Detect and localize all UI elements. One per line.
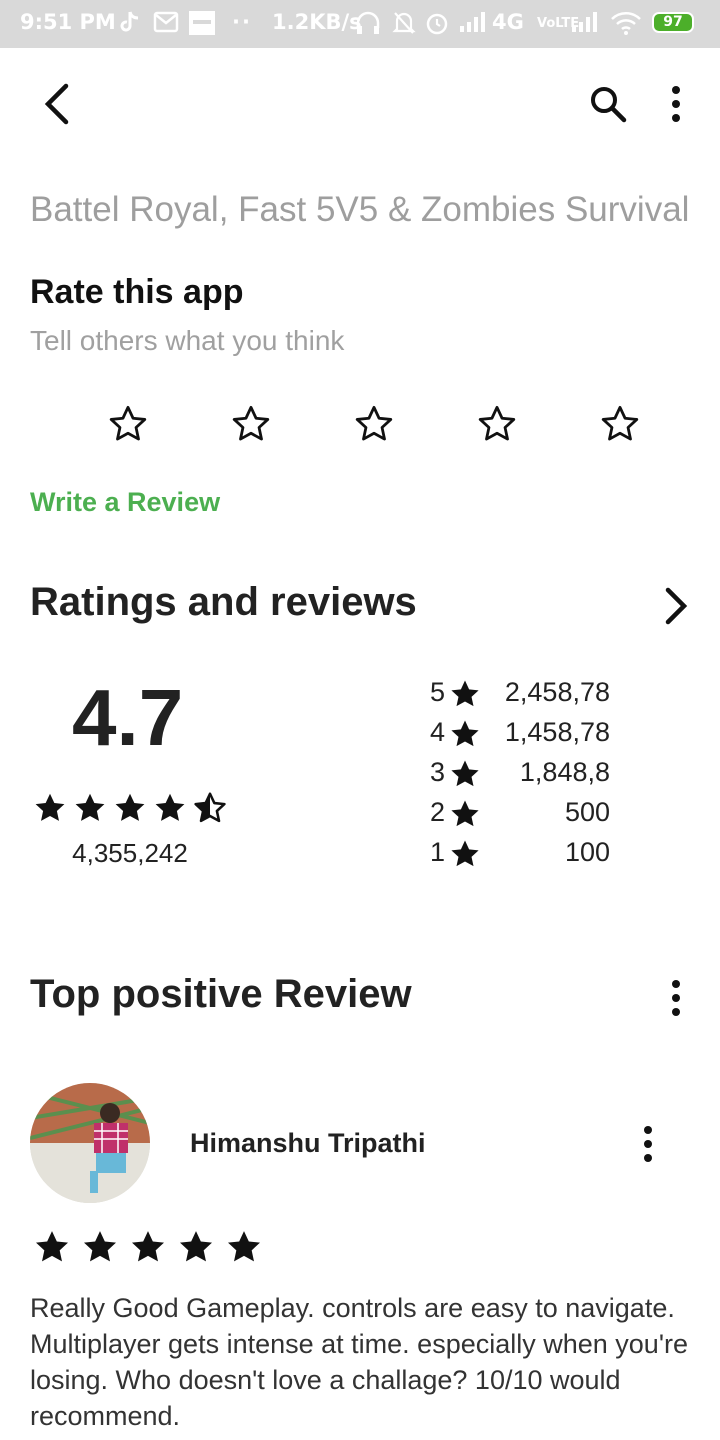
distribution-count: 1,848,8	[519, 757, 610, 787]
status-bar: 9:51 PM ·· 1.2KB/s 4G VoLTE 97	[0, 0, 720, 48]
top-review-section-title: Top positive Review	[30, 972, 412, 1016]
battery-indicator: 97	[652, 12, 694, 33]
average-rating: 4.7	[72, 673, 184, 762]
status-time: 9:51 PM	[20, 10, 116, 34]
rate-star-1-icon[interactable]	[107, 403, 149, 445]
signal-icon	[460, 12, 485, 32]
more-vert-icon[interactable]	[666, 978, 686, 1018]
review-text: Really Good Gameplay. controls are easy …	[30, 1293, 688, 1431]
distribution-star-icon	[451, 720, 479, 747]
distribution-count: 500	[564, 797, 610, 827]
network-speed: 1.2KB/s	[272, 10, 362, 34]
reviewer-name: Himanshu Tripathi	[190, 1128, 426, 1158]
review-star-1-icon	[36, 1231, 68, 1262]
distribution-row: 2 500	[430, 797, 620, 833]
rate-star-2-icon[interactable]	[230, 403, 272, 445]
distribution-stars: 3	[430, 757, 446, 787]
review-star-2-icon	[84, 1231, 116, 1262]
rate-subtitle: Tell others what you think	[30, 325, 345, 356]
search-icon[interactable]	[586, 82, 630, 126]
app-title: Battel Royal, Fast 5V5 & Zombies Surviva…	[30, 190, 690, 229]
distribution-row: 1 100	[430, 837, 620, 873]
distribution-stars: 4	[430, 717, 446, 747]
average-star-2-icon	[75, 793, 105, 821]
distribution-star-icon	[451, 680, 479, 707]
distribution-row: 4 1,458,78	[430, 717, 620, 753]
distribution-stars: 1	[430, 837, 446, 867]
chevron-right-icon[interactable]	[660, 584, 692, 628]
distribution-row: 3 1,848,8	[430, 757, 620, 793]
alarm-icon	[426, 13, 448, 35]
review-star-5-icon	[228, 1231, 260, 1262]
average-star-4-icon	[155, 793, 185, 821]
rate-star-5-icon[interactable]	[599, 403, 641, 445]
average-star-1-icon	[35, 793, 65, 821]
total-ratings-count: 4,355,242	[72, 838, 188, 868]
network-type: 4G	[492, 10, 524, 34]
wifi-icon	[611, 12, 641, 35]
distribution-row: 5 2,458,78	[430, 677, 620, 713]
distribution-star-icon	[451, 800, 479, 827]
ratings-section-title: Ratings and reviews	[30, 580, 417, 624]
headphones-icon	[356, 11, 380, 34]
distribution-stars: 2	[430, 797, 446, 827]
news-app-icon	[189, 11, 215, 35]
review-more-vert-icon[interactable]	[638, 1124, 658, 1164]
distribution-star-icon	[451, 760, 479, 787]
distribution-count: 100	[564, 837, 610, 867]
average-star-3-icon	[115, 793, 145, 821]
bell-off-icon	[392, 12, 416, 34]
distribution-stars: 5	[430, 677, 446, 707]
more-vert-icon[interactable]	[666, 84, 686, 124]
dots-indicator: ··	[232, 10, 252, 34]
distribution-count: 1,458,78	[504, 717, 610, 747]
back-arrow-icon[interactable]	[38, 82, 78, 126]
signal-icon-2	[572, 12, 597, 32]
rate-star-3-icon[interactable]	[353, 403, 395, 445]
review-star-4-icon	[180, 1231, 212, 1262]
review-star-3-icon	[132, 1231, 164, 1262]
reviewer-avatar	[30, 1083, 150, 1203]
average-star-half-icon	[194, 792, 226, 823]
mail-icon	[153, 11, 179, 33]
distribution-count: 2,458,78	[504, 677, 610, 707]
write-review-link[interactable]: Write a Review	[30, 487, 220, 518]
distribution-star-icon	[451, 840, 479, 867]
rate-title: Rate this app	[30, 273, 244, 311]
music-note-icon	[120, 11, 139, 32]
rate-star-4-icon[interactable]	[476, 403, 518, 445]
